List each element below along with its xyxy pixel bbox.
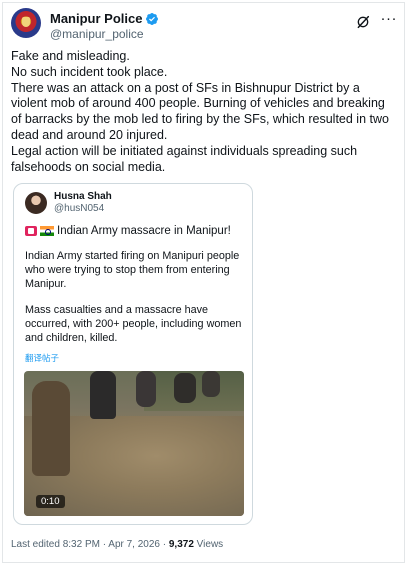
verified-badge-icon (146, 12, 159, 25)
video-player[interactable]: 0:10 (24, 371, 244, 516)
quoted-post[interactable]: Husna Shah @husN054 Indian Army massacre… (13, 183, 253, 525)
video-frame-figure (136, 371, 156, 407)
post-text-line: Legal action will be initiated against i… (11, 143, 358, 174)
post-text-line: There was an attack on a post of SFs in … (11, 80, 389, 142)
more-options-icon[interactable]: ··· (381, 10, 398, 27)
grok-icon[interactable] (355, 14, 371, 30)
author-handle[interactable]: @manipur_police (50, 27, 144, 41)
video-frame-figure (174, 373, 196, 403)
post-text-line: No such incident took place. (11, 64, 168, 79)
india-flag-icon (40, 226, 54, 236)
views-label: Views (193, 539, 224, 550)
quoted-author-name: Husna Shah (54, 191, 112, 202)
sos-emoji-icon (25, 226, 37, 236)
quoted-title-row: Indian Army massacre in Manipur! (25, 225, 231, 237)
quoted-paragraph: Mass casualties and a massacre have occu… (25, 304, 242, 344)
post-text-line: Fake and misleading. (11, 49, 130, 63)
post-header: Manipur Police @manipur_police ··· (11, 8, 397, 42)
video-frame-figure (202, 371, 220, 397)
translate-post-link[interactable]: 翻译帖子 (25, 352, 59, 364)
views-count: 9,372 (168, 539, 194, 550)
quoted-paragraph: Indian Army started firing on Manipuri p… (25, 250, 240, 290)
author-display-name[interactable]: Manipur Police (50, 11, 142, 26)
video-frame-figure (32, 381, 70, 476)
author-avatar[interactable] (11, 8, 41, 38)
author-name-row: Manipur Police (50, 11, 159, 26)
video-frame-figure (90, 371, 116, 419)
quoted-author-handle: @husN054 (54, 203, 105, 214)
video-duration-badge: 0:10 (36, 495, 65, 508)
post-text: Fake and misleading. No such incident to… (11, 49, 396, 175)
quoted-body: Indian Army started firing on Manipuri p… (25, 250, 252, 346)
quoted-author-avatar (25, 192, 47, 214)
edited-timestamp[interactable]: Last edited 8:32 PM · Apr 7, 2026 · (11, 539, 169, 550)
quoted-title: Indian Army massacre in Manipur! (57, 225, 231, 237)
post-meta: Last edited 8:32 PM · Apr 7, 2026 · 9,37… (11, 539, 223, 550)
